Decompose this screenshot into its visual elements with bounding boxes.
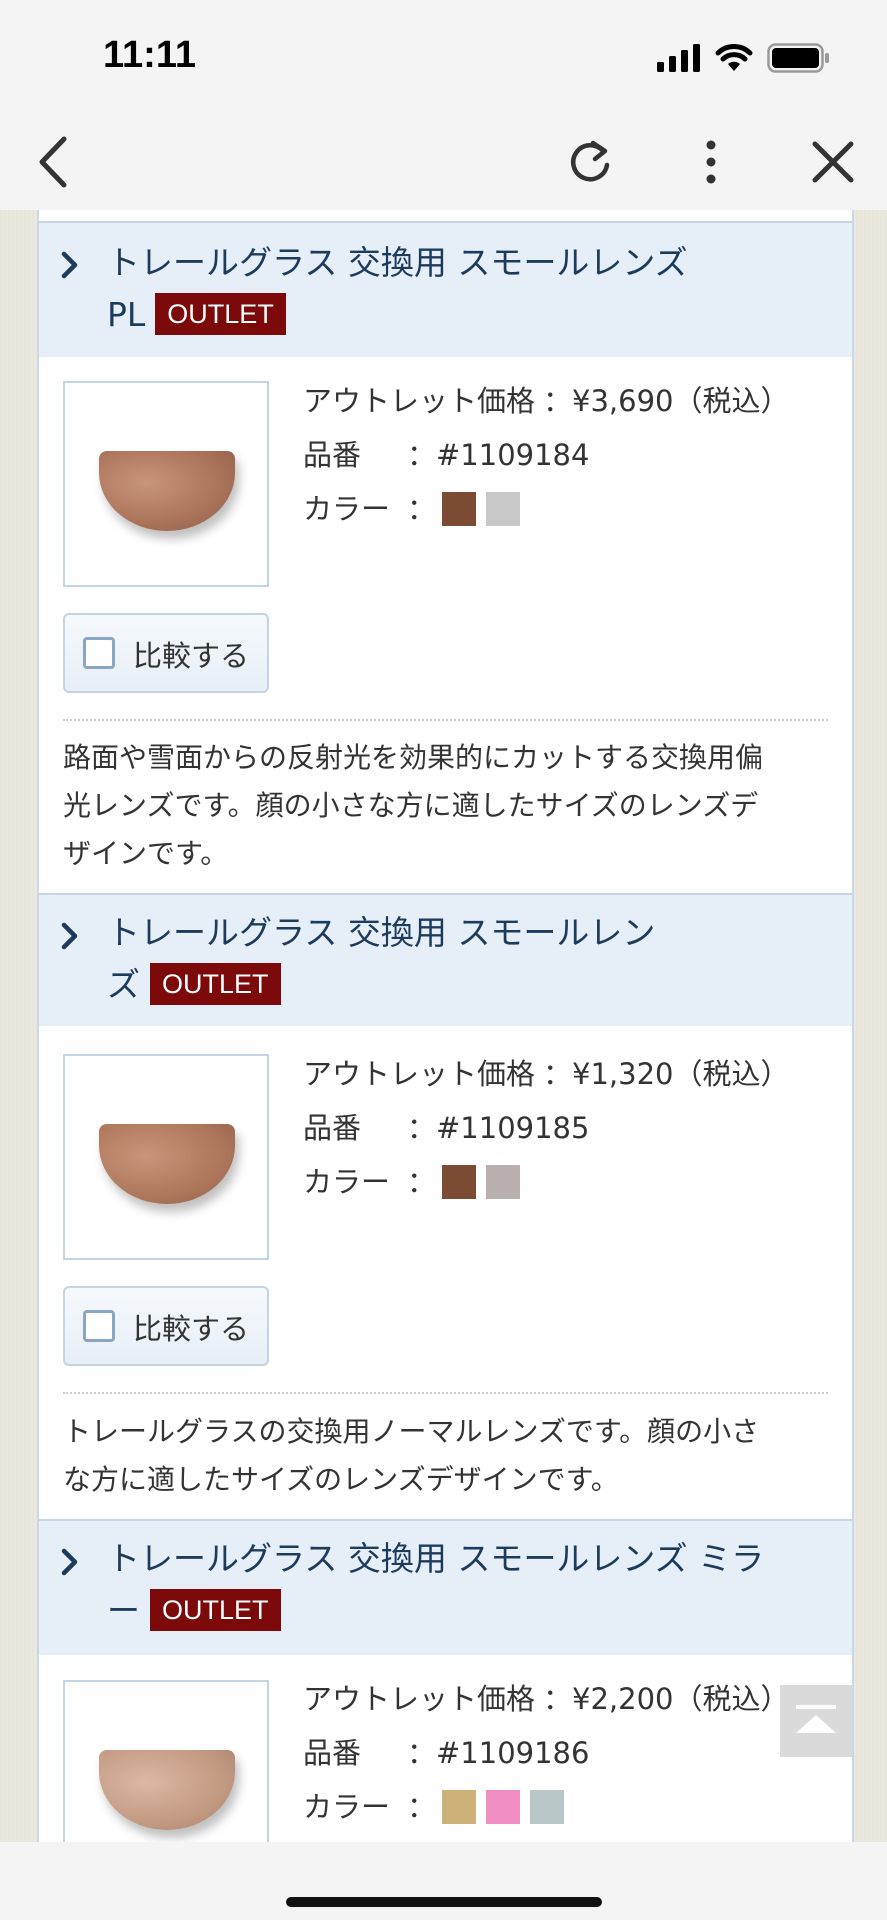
divider (63, 1392, 828, 1394)
color-swatch-brown[interactable] (442, 1165, 477, 1199)
product-thumbnail[interactable] (63, 1054, 269, 1260)
sku-label: 品番 (303, 438, 362, 472)
color-label: カラー (303, 1165, 391, 1199)
product-title[interactable]: トレールグラス 交換用 スモールレンズ ミラ ー OUTLET (107, 1533, 827, 1637)
lens-image (99, 1750, 235, 1830)
description-line: な方に適したサイズのレンズデザインです。 (63, 1463, 619, 1496)
product-list: トレールグラス 交換用 スモールレンズ PL OUTLET アウトレット価格 ：¥3… (37, 210, 854, 1842)
color-swatch-silver[interactable] (530, 1790, 565, 1824)
outlet-badge: OUTLET (150, 1588, 281, 1631)
chevron-left-icon (39, 136, 67, 188)
arrow-up-icon (796, 1705, 836, 1733)
product-thumbnail[interactable] (63, 381, 269, 587)
wifi-icon (715, 44, 753, 71)
back-button[interactable] (22, 132, 82, 192)
chevron-right-icon (61, 251, 78, 279)
chevron-right-icon (61, 922, 78, 950)
color-label: カラー (303, 1790, 391, 1824)
color-swatch-gray[interactable] (486, 492, 521, 526)
browser-toolbar (0, 112, 887, 211)
chevron-right-icon (61, 1548, 78, 1576)
more-vertical-icon (706, 140, 716, 184)
reload-button[interactable] (560, 132, 620, 192)
page-top-button[interactable] (780, 1685, 852, 1757)
close-button[interactable] (803, 132, 863, 192)
description-line: 光レンズです。顔の小さな方に適したサイズのレンズデ (63, 789, 759, 822)
color-swatch-gray[interactable] (486, 1165, 521, 1199)
battery-icon (767, 43, 829, 73)
price-label: アウトレット価格 (303, 1057, 536, 1091)
price-value: ：¥1,320（税込） (543, 1057, 790, 1091)
price-label: アウトレット価格 (303, 384, 536, 418)
more-button[interactable] (681, 132, 741, 192)
status-bar: 11:11 (0, 0, 887, 112)
sku-label: 品番 (303, 1736, 362, 1770)
sku-label: 品番 (303, 1111, 362, 1145)
status-time: 11:11 (103, 34, 196, 76)
compare-label: 比較する (133, 639, 250, 673)
product-title-text[interactable]: PL (107, 295, 145, 334)
product-title[interactable]: トレールグラス 交換用 スモールレンズ PL OUTLET (107, 237, 827, 341)
compare-checkbox[interactable] (83, 637, 115, 669)
compare-label: 比較する (133, 1312, 250, 1346)
compare-checkbox[interactable] (83, 1310, 115, 1342)
lens-image (99, 451, 235, 531)
sku-value: ：#1109185 (407, 1111, 590, 1145)
compare-button[interactable]: 比較する (63, 613, 269, 693)
status-icons (657, 42, 831, 74)
product-title[interactable]: トレールグラス 交換用 スモールレン ズ OUTLET (107, 907, 827, 1011)
outlet-badge: OUTLET (150, 962, 281, 1005)
product-title-text[interactable]: ー (107, 1591, 140, 1630)
signal-icon (657, 44, 700, 72)
product-title-text[interactable]: トレールグラス 交換用 スモールレン (107, 913, 655, 952)
product-thumbnail[interactable] (63, 1680, 269, 1842)
outlet-badge: OUTLET (155, 292, 286, 335)
divider (63, 719, 828, 721)
price-label: アウトレット価格 (303, 1682, 536, 1716)
color-swatch-pink[interactable] (486, 1790, 521, 1824)
home-indicator[interactable] (286, 1897, 602, 1907)
description-line: 路面や雪面からの反射光を効果的にカットする交換用偏 (63, 741, 764, 774)
color-separator: ： (407, 1790, 437, 1824)
price-value: ：¥2,200（税込） (543, 1682, 790, 1716)
reload-icon (570, 140, 610, 182)
product-header[interactable]: トレールグラス 交換用 スモールレンズ PL OUTLET (39, 221, 852, 357)
description-line: トレールグラスの交換用ノーマルレンズです。顔の小さ (63, 1415, 760, 1448)
product-title-text[interactable]: トレールグラス 交換用 スモールレンズ ミラ (107, 1539, 764, 1578)
color-separator: ： (407, 1165, 437, 1199)
close-icon (812, 141, 854, 183)
color-label: カラー (303, 492, 391, 526)
product-header[interactable]: トレールグラス 交換用 スモールレン ズ OUTLET (39, 893, 852, 1026)
sku-value: ：#1109186 (407, 1736, 590, 1770)
product-title-text[interactable]: ズ (107, 965, 140, 1004)
product-description: 路面や雪面からの反射光を効果的にカットする交換用偏 光レンズです。顔の小さな方に… (63, 734, 833, 878)
color-swatch-brown[interactable] (442, 492, 477, 526)
price-value: ：¥3,690（税込） (543, 384, 790, 418)
home-indicator-area (0, 1842, 887, 1920)
color-separator: ： (407, 492, 437, 526)
description-line: ザインです。 (63, 837, 229, 870)
color-swatch-gold[interactable] (442, 1790, 477, 1824)
lens-image (99, 1124, 235, 1204)
sku-value: ：#1109184 (407, 438, 590, 472)
product-description: トレールグラスの交換用ノーマルレンズです。顔の小さ な方に適したサイズのレンズデ… (63, 1408, 833, 1504)
compare-button[interactable]: 比較する (63, 1286, 269, 1366)
product-header[interactable]: トレールグラス 交換用 スモールレンズ ミラ ー OUTLET (39, 1519, 852, 1655)
product-title-text[interactable]: トレールグラス 交換用 スモールレンズ (107, 243, 688, 282)
